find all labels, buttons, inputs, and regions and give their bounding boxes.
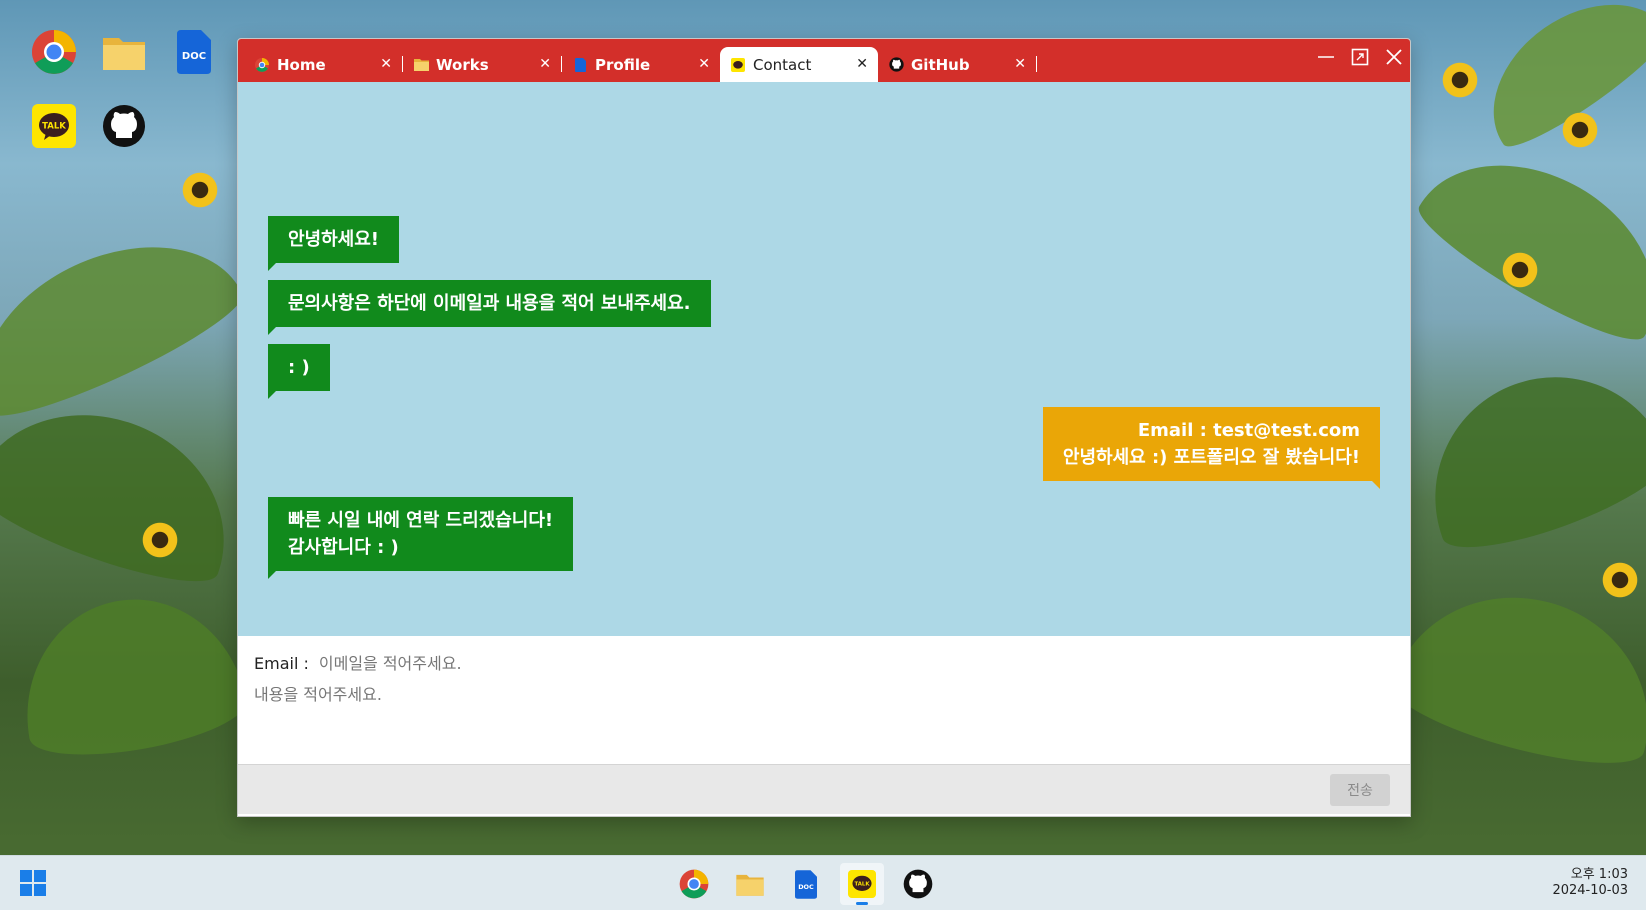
- tab-close-button[interactable]: ✕: [698, 56, 710, 72]
- minimize-button[interactable]: [1316, 47, 1336, 67]
- desktop-icons: DOC TALK: [26, 24, 236, 172]
- svg-text:TALK: TALK: [42, 122, 66, 132]
- tab-divider: [1036, 56, 1037, 72]
- windows-logo-icon: [20, 870, 32, 882]
- desktop-kakaotalk-icon[interactable]: TALK: [26, 98, 82, 154]
- close-window-button[interactable]: [1384, 47, 1404, 67]
- close-icon: [1386, 49, 1402, 65]
- tab-label: GitHub: [911, 55, 970, 74]
- taskbar-apps: DOC TALK: [672, 863, 940, 905]
- reply-content-line: 안녕하세요 :) 포트폴리오 잘 봤습니다!: [1062, 447, 1360, 468]
- clock-date: 2024-10-03: [1552, 883, 1628, 898]
- folder-icon: [103, 38, 145, 70]
- taskbar: DOC TALK 오후 1:03 2024-10-03: [0, 855, 1646, 910]
- svg-text:DOC: DOC: [182, 51, 206, 62]
- tab-label: Profile: [595, 55, 651, 74]
- tab-close-button[interactable]: ✕: [380, 56, 392, 72]
- tab-profile[interactable]: Profile ✕: [562, 47, 720, 82]
- maximize-icon: [1351, 48, 1369, 66]
- window-controls: [1316, 47, 1404, 67]
- tab-works[interactable]: Works ✕: [403, 47, 561, 82]
- chat-message-smile: : ): [268, 344, 330, 399]
- tab-close-button[interactable]: ✕: [1014, 56, 1026, 72]
- doc-icon: DOC: [177, 30, 211, 74]
- taskbar-kakaotalk[interactable]: TALK: [840, 863, 884, 905]
- taskbar-chrome[interactable]: [672, 863, 716, 905]
- svg-text:TALK: TALK: [854, 882, 870, 888]
- desktop-folder-icon[interactable]: [96, 24, 152, 80]
- tab-label: Home: [277, 55, 326, 74]
- maximize-button[interactable]: [1350, 47, 1370, 67]
- desktop-github-icon[interactable]: [96, 98, 152, 154]
- github-icon: [103, 105, 145, 147]
- message-text: : ): [288, 357, 310, 378]
- taskbar-folder[interactable]: [728, 863, 772, 905]
- window-titlebar: Home ✕ Works ✕ Profile ✕ Contact ✕ GitHu…: [238, 39, 1410, 82]
- send-button[interactable]: 전송: [1330, 774, 1390, 806]
- windows-logo-icon: [34, 884, 46, 896]
- reply-email-line: Email : test@test.com: [1137, 420, 1360, 441]
- message-text: 감사합니다 : ): [288, 537, 399, 558]
- tab-contact[interactable]: Contact ✕: [720, 47, 878, 82]
- kakaotalk-icon: [730, 57, 746, 73]
- desktop-chrome-icon[interactable]: [26, 24, 82, 80]
- tab-label: Contact: [753, 55, 812, 74]
- message-text: 안녕하세요!: [288, 229, 380, 250]
- minimize-icon: [1318, 56, 1334, 58]
- kakaotalk-icon: TALK: [848, 870, 876, 898]
- clock-time: 오후 1:03: [1570, 867, 1628, 882]
- chrome-icon: [679, 869, 709, 899]
- doc-icon: [572, 57, 588, 73]
- tab-github[interactable]: GitHub ✕: [878, 47, 1036, 82]
- taskbar-doc[interactable]: DOC: [784, 863, 828, 905]
- compose-footer: 전송: [238, 764, 1410, 814]
- system-clock[interactable]: 오후 1:03 2024-10-03: [1552, 867, 1628, 899]
- browser-window: Home ✕ Works ✕ Profile ✕ Contact ✕ GitHu…: [237, 38, 1411, 817]
- kakaotalk-icon: TALK: [32, 104, 76, 148]
- start-button[interactable]: [20, 870, 46, 896]
- message-text: 빠른 시일 내에 연락 드리겠습니다!: [288, 510, 554, 531]
- chrome-icon: [32, 30, 76, 74]
- content-textarea[interactable]: [254, 681, 1354, 741]
- tab-label: Works: [436, 55, 489, 74]
- windows-logo-icon: [20, 884, 32, 896]
- doc-icon: DOC: [795, 869, 817, 899]
- chat-message-user-reply: Email : test@test.com 안녕하세요 :) 포트폴리오 잘 봤…: [1042, 407, 1381, 489]
- svg-text:DOC: DOC: [798, 883, 814, 891]
- github-icon: [888, 57, 904, 73]
- folder-icon: [736, 874, 764, 896]
- tab-close-button[interactable]: ✕: [539, 56, 551, 72]
- desktop-doc-icon[interactable]: DOC: [166, 24, 222, 80]
- chat-message-thanks: 빠른 시일 내에 연락 드리겠습니다! 감사합니다 : ): [268, 497, 574, 579]
- windows-logo-icon: [34, 870, 46, 882]
- chat-area: 안녕하세요! 문의사항은 하단에 이메일과 내용을 적어 보내주세요. : ) …: [238, 82, 1410, 636]
- github-icon: [903, 869, 933, 899]
- chat-message-instructions: 문의사항은 하단에 이메일과 내용을 적어 보내주세요.: [268, 280, 711, 335]
- tab-close-button[interactable]: ✕: [856, 56, 868, 72]
- email-input[interactable]: [318, 653, 919, 673]
- folder-icon: [413, 57, 429, 73]
- taskbar-github[interactable]: [896, 863, 940, 905]
- email-label: Email :: [254, 653, 309, 673]
- tab-home[interactable]: Home ✕: [244, 47, 402, 82]
- compose-form: Email :: [238, 636, 1410, 764]
- message-text: 문의사항은 하단에 이메일과 내용을 적어 보내주세요.: [288, 293, 691, 314]
- chat-message-greeting: 안녕하세요!: [268, 216, 400, 271]
- chrome-icon: [254, 57, 270, 73]
